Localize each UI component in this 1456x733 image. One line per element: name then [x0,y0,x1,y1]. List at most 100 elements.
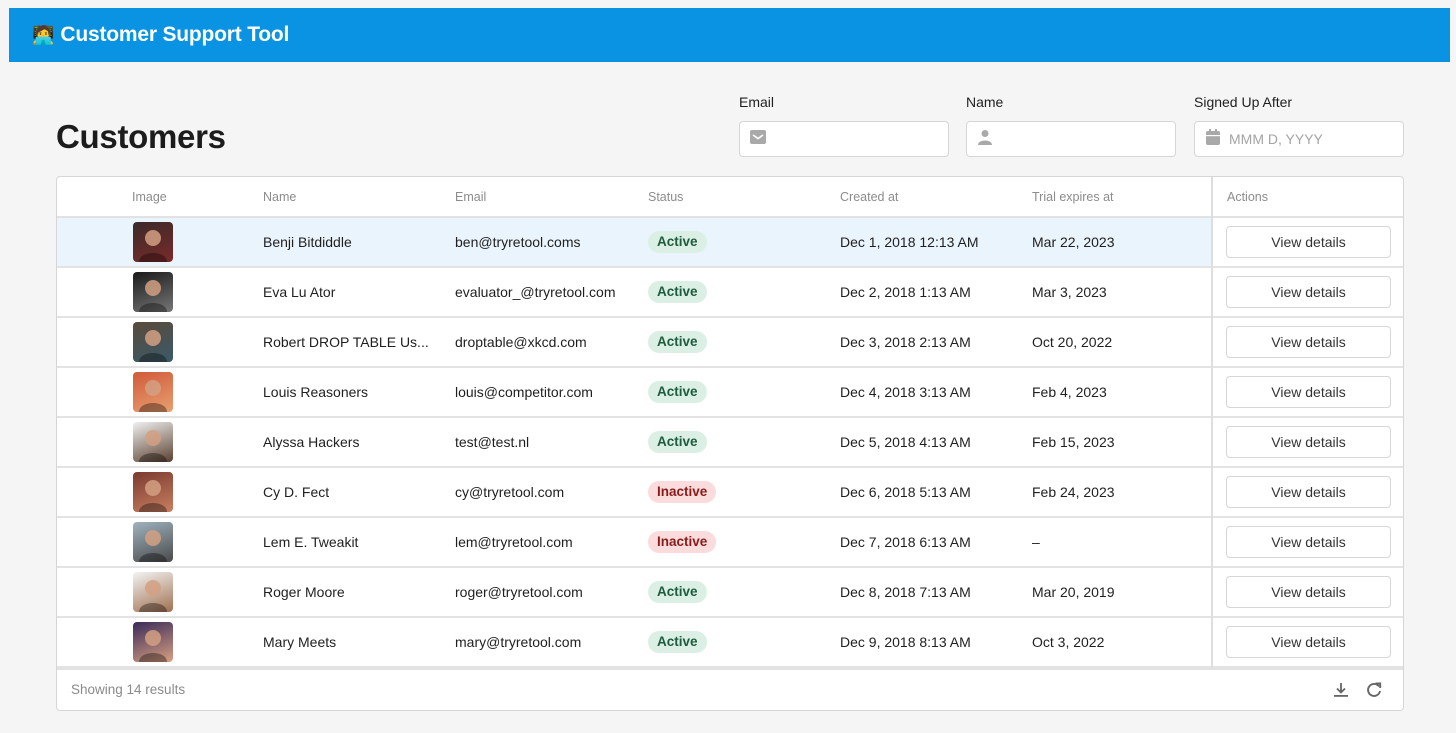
table-row[interactable]: Louis Reasoners louis@competitor.com Act… [57,368,1403,418]
customers-table: Image Name Email Status Created at Trial… [56,176,1404,711]
actions-column-divider [1211,177,1213,668]
signed-up-after-input[interactable] [1229,124,1410,154]
signed-up-after-field[interactable] [1194,121,1410,157]
email-filter-label: Email [739,94,775,110]
email-filter-input[interactable] [774,124,955,154]
view-details-button[interactable]: View details [1226,426,1391,458]
created-at: Dec 7, 2018 6:13 AM [840,534,971,550]
technologist-emoji-icon: 🧑‍💻 [32,25,55,45]
refresh-icon[interactable] [1365,681,1385,701]
avatar [133,472,173,512]
trial-expires-at: Oct 20, 2022 [1032,334,1113,350]
avatar-person-icon [139,480,167,512]
customer-name: Benji Bitdiddle [263,234,352,250]
status-badge: Inactive [648,531,717,553]
trial-expires-at: Feb 4, 2023 [1032,384,1107,400]
avatar [133,622,173,662]
name-filter: Name [966,94,1182,157]
customer-email: test@test.nl [455,434,530,450]
customer-name: Lem E. Tweakit [263,534,359,550]
avatar [133,572,173,612]
customer-email: louis@competitor.com [455,384,593,400]
avatar-person-icon [139,630,167,662]
column-header-name[interactable]: Name [263,190,296,204]
column-header-trial-expires-at[interactable]: Trial expires at [1032,190,1114,204]
table-row[interactable]: Lem E. Tweakit lem@tryretool.com Inactiv… [57,518,1403,568]
created-at: Dec 4, 2018 3:13 AM [840,384,971,400]
customer-name: Louis Reasoners [263,384,369,400]
status-badge: Active [648,231,707,253]
email-filter: Email [739,94,955,157]
view-details-button[interactable]: View details [1226,326,1391,358]
customer-name: Alyssa Hackers [263,434,360,450]
avatar-person-icon [139,380,167,412]
customer-name: Mary Meets [263,634,337,650]
name-filter-field[interactable] [966,121,1182,157]
column-header-created-at[interactable]: Created at [840,190,898,204]
column-header-actions: Actions [1227,190,1268,204]
avatar-person-icon [139,580,167,612]
column-header-status[interactable]: Status [648,190,683,204]
view-details-button[interactable]: View details [1226,576,1391,608]
view-details-button[interactable]: View details [1226,526,1391,558]
column-header-image[interactable]: Image [132,190,167,204]
trial-expires-at: Feb 24, 2023 [1032,484,1115,500]
app-title: Customer Support Tool [60,23,290,46]
status-badge: Active [648,281,707,303]
avatar-person-icon [139,230,167,262]
avatar [133,222,173,262]
customer-email: evaluator_@tryretool.com [455,284,616,300]
status-badge: Active [648,431,707,453]
trial-expires-at: Mar 22, 2023 [1032,234,1115,250]
created-at: Dec 1, 2018 12:13 AM [840,234,979,250]
email-filter-field[interactable] [739,121,955,157]
view-details-button[interactable]: View details [1226,276,1391,308]
trial-expires-at: Mar 20, 2019 [1032,584,1115,600]
customer-email: mary@tryretool.com [455,634,582,650]
customer-name: Robert DROP TABLE Us... [263,334,429,350]
app-header: 🧑‍💻 Customer Support Tool [9,8,1450,62]
table-row[interactable]: Alyssa Hackers test@test.nl Active Dec 5… [57,418,1403,468]
signed-up-after-label: Signed Up After [1194,94,1293,110]
download-icon[interactable] [1332,681,1352,701]
signed-up-after-filter: Signed Up After [1194,94,1410,157]
view-details-button[interactable]: View details [1226,376,1391,408]
created-at: Dec 8, 2018 7:13 AM [840,584,971,600]
view-details-button[interactable]: View details [1226,476,1391,508]
table-row[interactable]: Roger Moore roger@tryretool.com Active D… [57,568,1403,618]
mail-icon [750,129,766,149]
table-row[interactable]: Cy D. Fect cy@tryretool.com Inactive Dec… [57,468,1403,518]
name-filter-input[interactable] [1001,124,1182,154]
table-row[interactable]: Mary Meets mary@tryretool.com Active Dec… [57,618,1403,668]
status-badge: Inactive [648,481,717,503]
created-at: Dec 3, 2018 2:13 AM [840,334,971,350]
trial-expires-at: – [1032,534,1040,550]
status-badge: Active [648,581,707,603]
customer-email: cy@tryretool.com [455,484,565,500]
customer-email: droptable@xkcd.com [455,334,587,350]
calendar-icon [1205,128,1221,150]
page-title: Customers [56,118,226,155]
created-at: Dec 2, 2018 1:13 AM [840,284,971,300]
avatar [133,372,173,412]
table-footer: Showing 14 results [57,668,1403,710]
view-details-button[interactable]: View details [1226,626,1391,658]
status-badge: Active [648,381,707,403]
customer-name: Eva Lu Ator [263,284,336,300]
user-icon [977,129,993,150]
table-row[interactable]: Eva Lu Ator evaluator_@tryretool.com Act… [57,268,1403,318]
status-badge: Active [648,331,707,353]
table-row[interactable]: Benji Bitdiddle ben@tryretool.coms Activ… [57,218,1403,268]
trial-expires-at: Oct 3, 2022 [1032,634,1105,650]
avatar-person-icon [139,530,167,562]
avatar-person-icon [139,330,167,362]
created-at: Dec 6, 2018 5:13 AM [840,484,971,500]
customer-email: lem@tryretool.com [455,534,573,550]
status-badge: Active [648,631,707,653]
avatar [133,322,173,362]
column-header-email[interactable]: Email [455,190,486,204]
table-row[interactable]: Robert DROP TABLE Us... droptable@xkcd.c… [57,318,1403,368]
customer-email: roger@tryretool.com [455,584,583,600]
view-details-button[interactable]: View details [1226,226,1391,258]
created-at: Dec 5, 2018 4:13 AM [840,434,971,450]
